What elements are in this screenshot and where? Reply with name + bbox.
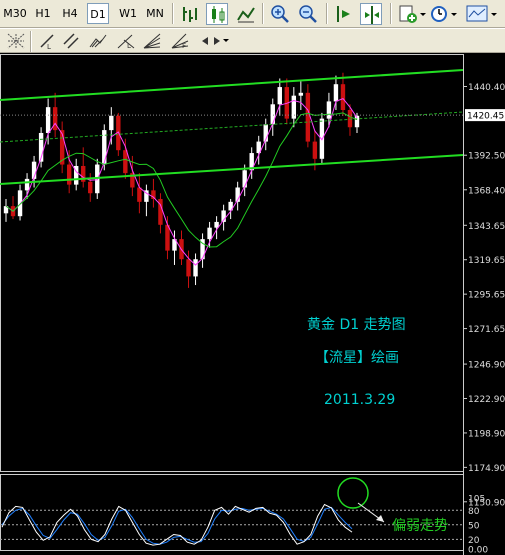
oscillator-tick-label: 0.00 [468, 546, 488, 555]
chart-title: 黄金 D1 走势图 [307, 317, 406, 333]
candle-body [277, 87, 282, 105]
oscillator-tick-label: 80 [468, 507, 480, 517]
candle-body [347, 110, 353, 128]
gann-fan-icon[interactable] [142, 32, 162, 50]
candle-body [66, 164, 72, 185]
zoom-out-icon[interactable] [298, 4, 318, 24]
oscillator-tick-label: 20 [468, 536, 480, 546]
candle-body [193, 259, 198, 277]
timeframe-h1-button[interactable]: H1 [31, 3, 55, 24]
fibonacci-fan-icon[interactable]: F [170, 32, 190, 50]
timeframe-mn-button[interactable]: MN [143, 3, 167, 24]
channel-mid-line [0, 111, 464, 143]
note-arrow-head [376, 515, 384, 522]
price-tick-label: 1174.90 [468, 464, 505, 474]
drawing-toolbar: L L F [0, 28, 505, 53]
bar-chart-icon[interactable] [180, 4, 200, 24]
chart-author: 【流星】绘画 [315, 350, 399, 366]
svg-text:F: F [182, 42, 186, 50]
trendline-tool-icon[interactable]: L [38, 32, 56, 50]
gann-line-icon[interactable]: L [116, 32, 136, 50]
timeframe-d1-button[interactable]: D1 [87, 3, 109, 24]
toolbar-separator [262, 3, 264, 24]
candle-body [137, 187, 142, 202]
svg-text:L: L [47, 43, 51, 50]
candle-body [242, 170, 247, 188]
arrows-tool-icon[interactable] [200, 32, 230, 50]
auto-scroll-icon[interactable] [334, 4, 354, 24]
templates-icon[interactable] [466, 4, 498, 24]
candle-body [24, 178, 30, 191]
channel-upper-line [0, 69, 464, 101]
toolbar-separator [172, 3, 174, 24]
price-tick-label: 1246.90 [468, 361, 505, 371]
candle-body [186, 259, 191, 277]
toolbar-separator [390, 3, 392, 24]
candle-body [333, 84, 339, 102]
price-tick-label: 1198.90 [468, 429, 505, 439]
price-tick-label: 1295.65 [468, 291, 505, 301]
chart-date: 2011.3.29 [324, 392, 396, 408]
candle-body [291, 95, 297, 119]
candle-body [109, 115, 114, 131]
crosshair-grid-icon[interactable] [6, 32, 26, 50]
price-tick-label: 1368.40 [468, 186, 505, 196]
indicators-icon[interactable] [398, 4, 426, 24]
oscillator-tick-label: 105 [468, 495, 485, 505]
candle-body [326, 101, 332, 119]
pitchfork-icon[interactable] [88, 32, 108, 50]
candle-body [305, 92, 311, 142]
main-plot-frame [0, 54, 464, 472]
price-chart[interactable]: 1440.40 1392.50 1368.40 1343.65 1319.65 1295.… [0, 54, 505, 555]
clock-periods-icon[interactable] [430, 4, 458, 24]
zoom-in-icon[interactable] [270, 4, 290, 24]
line-chart-icon[interactable] [236, 4, 256, 24]
candle-body [88, 181, 93, 194]
candle-body [298, 92, 304, 96]
equidistant-channel-icon[interactable] [62, 32, 80, 50]
price-tick-label: 1319.65 [468, 256, 505, 266]
chart-grid [0, 54, 464, 555]
price-tick-label: 1440.40 [468, 83, 505, 93]
candle-body [270, 104, 275, 125]
highlight-circle [337, 477, 369, 509]
price-axis: 1440.40 1392.50 1368.40 1343.65 1319.65 1295.… [463, 83, 505, 508]
current-price-label: 1420.45 [467, 112, 504, 122]
toolbar-separator [30, 31, 32, 52]
price-tick-label: 1343.65 [468, 222, 505, 232]
price-tick-label: 1222.90 [468, 395, 505, 405]
oscillator-note: 偏弱走势 [392, 518, 448, 534]
toolbar-separator [326, 3, 328, 24]
candle-body [45, 107, 51, 133]
price-tick-label: 1271.65 [468, 325, 505, 335]
timeframe-h4-button[interactable]: H4 [58, 3, 82, 24]
candlestick-chart-icon[interactable] [206, 3, 228, 25]
candle-body [52, 107, 58, 131]
timeframe-m30-button[interactable]: M30 [3, 3, 27, 24]
timeframe-w1-button[interactable]: W1 [116, 3, 140, 24]
candle-body [207, 227, 212, 240]
oscillator-tick-label: 50 [468, 521, 480, 531]
stochastic-d-line [1, 506, 353, 545]
svg-text:L: L [127, 42, 131, 50]
candle-body [312, 141, 318, 159]
price-tick-label: 1392.50 [468, 152, 505, 162]
candle-body [123, 150, 128, 174]
candle-body [340, 84, 346, 111]
chart-shift-icon[interactable] [360, 3, 382, 25]
main-toolbar: M30 H1 H4 D1 W1 MN [0, 0, 505, 28]
